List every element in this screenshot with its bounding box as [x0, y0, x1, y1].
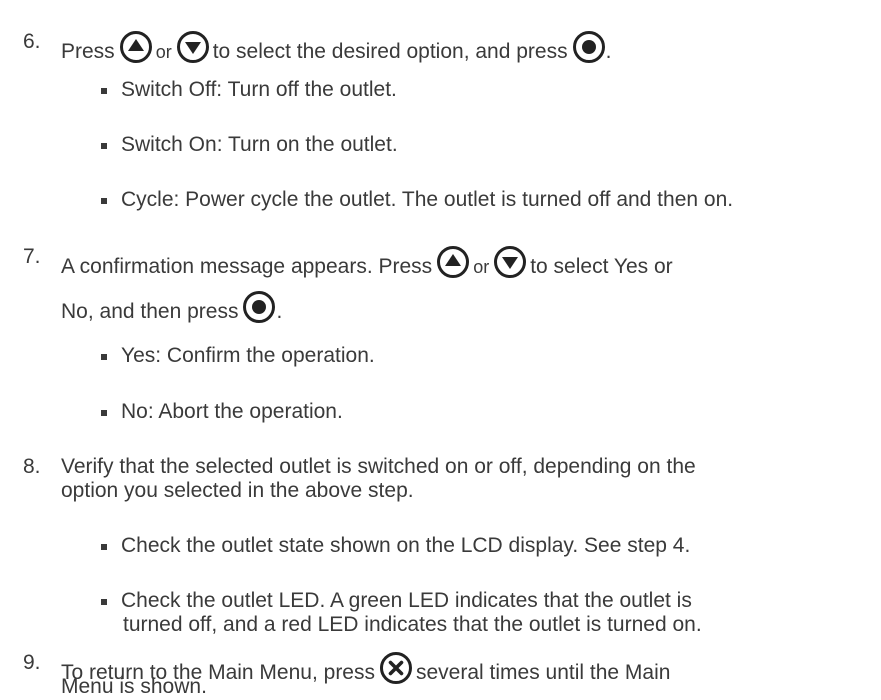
step-number: 9. — [23, 651, 41, 674]
step-7-instruction-line-2: No, and then press. — [61, 290, 282, 324]
step-number: 6. — [23, 30, 41, 53]
up-arrow-button-icon — [119, 30, 153, 64]
select-dot-button-icon — [242, 290, 276, 324]
bullet-icon — [101, 544, 107, 550]
bullet-icon — [101, 599, 107, 605]
bullet-icon — [101, 88, 107, 94]
down-arrow-button-icon — [493, 245, 527, 279]
bullet-icon — [101, 198, 107, 204]
select-dot-button-icon — [572, 30, 606, 64]
step-number: 8. — [23, 455, 41, 478]
bullet-icon — [101, 143, 107, 149]
close-x-button-icon — [379, 651, 413, 685]
down-arrow-button-icon — [176, 30, 210, 64]
step-number: 7. — [23, 245, 41, 268]
instruction-document: 6. Press or to select the desired option, … — [23, 30, 734, 698]
step-7-instruction-line-1: A confirmation message appears. Press or t… — [61, 245, 673, 279]
step-9-instruction-line-2: Menu is shown. — [61, 675, 207, 698]
step-8-instruction-line-1: Verify that the selected outlet is switc… — [61, 455, 696, 478]
step-6-instruction: Press or to select the desired option, and… — [61, 30, 611, 64]
list-item-continuation: turned off, and a red LED indicates that… — [123, 613, 702, 636]
bullet-icon — [101, 410, 107, 416]
step-8-instruction-line-2: option you selected in the above step. — [61, 479, 414, 502]
up-arrow-button-icon — [436, 245, 470, 279]
bullet-icon — [101, 354, 107, 360]
